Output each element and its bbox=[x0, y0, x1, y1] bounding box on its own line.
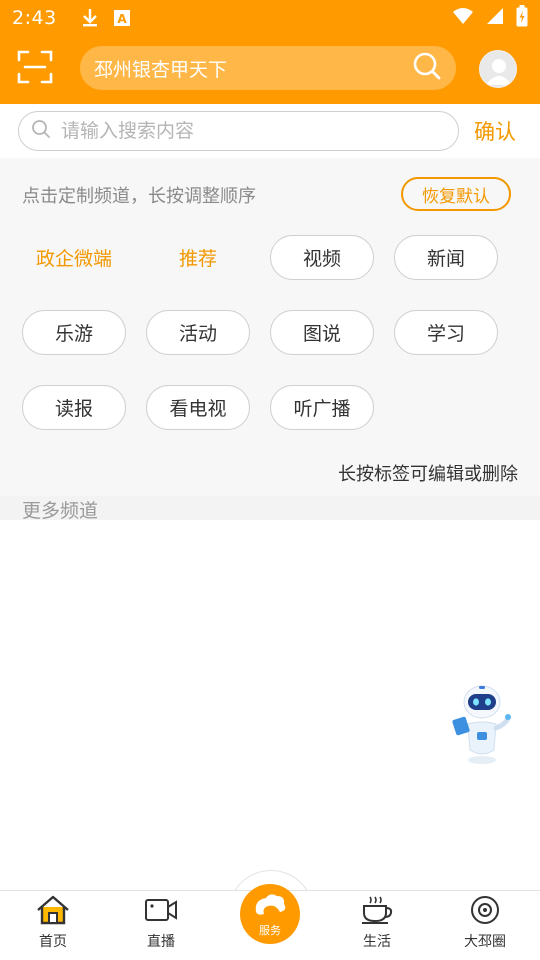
channel-tag-radio[interactable]: 听广播 bbox=[270, 385, 374, 430]
video-camera-icon bbox=[144, 895, 178, 929]
channel-hint: 点击定制频道，长按调整顺序 bbox=[22, 186, 256, 207]
svg-text:A: A bbox=[117, 12, 127, 26]
nav-life-label: 生活 bbox=[363, 934, 391, 950]
search-field[interactable] bbox=[18, 111, 459, 151]
nav-service-label: 服务 bbox=[259, 924, 281, 937]
nav-home-label: 首页 bbox=[39, 934, 67, 950]
confirm-button[interactable]: 确认 bbox=[474, 116, 516, 146]
channel-tag-tushuo[interactable]: 图说 bbox=[270, 310, 374, 355]
header-search-bar[interactable]: 邳州银杏甲天下 bbox=[80, 46, 456, 90]
search-icon bbox=[31, 119, 51, 143]
signal-icon bbox=[486, 7, 504, 29]
top-bar: 邳州银杏甲天下 bbox=[0, 36, 540, 104]
channel-tag-recommend[interactable]: 推荐 bbox=[146, 235, 250, 280]
home-icon bbox=[36, 895, 70, 929]
nav-home[interactable]: 首页 bbox=[3, 891, 103, 960]
nav-live-label: 直播 bbox=[147, 934, 175, 950]
channel-tag-newspaper[interactable]: 读报 bbox=[22, 385, 126, 430]
restore-default-button[interactable]: 恢复默认 bbox=[401, 177, 511, 211]
channel-tag-study[interactable]: 学习 bbox=[394, 310, 498, 355]
target-circle-icon bbox=[468, 895, 502, 929]
search-icon[interactable] bbox=[412, 51, 442, 85]
scan-icon[interactable] bbox=[16, 48, 54, 86]
nav-dapi-circle[interactable]: 大邳圈 bbox=[435, 891, 535, 960]
channel-panel: 点击定制频道，长按调整顺序 恢复默认 政企微端 推荐 视频 新闻 乐游 活动 图… bbox=[0, 158, 540, 496]
status-time: 2:43 bbox=[12, 7, 57, 29]
more-channels-section: 更多频道 bbox=[0, 496, 540, 522]
channel-tag-zhengqi[interactable]: 政企微端 bbox=[22, 235, 126, 280]
header-search-text: 邳州银杏甲天下 bbox=[94, 58, 228, 81]
battery-icon bbox=[516, 5, 528, 31]
more-channels-label: 更多频道 bbox=[22, 500, 99, 522]
service-logo-icon bbox=[250, 892, 290, 922]
edit-hint: 长按标签可编辑或删除 bbox=[338, 464, 518, 485]
nav-life[interactable]: 生活 bbox=[327, 891, 427, 960]
coffee-cup-icon bbox=[360, 895, 394, 929]
channel-tag-news[interactable]: 新闻 bbox=[394, 235, 498, 280]
nav-dapi-circle-label: 大邳圈 bbox=[464, 934, 506, 950]
nav-live[interactable]: 直播 bbox=[111, 891, 211, 960]
channel-tag-activity[interactable]: 活动 bbox=[146, 310, 250, 355]
wifi-icon bbox=[452, 7, 474, 29]
channel-tag-video[interactable]: 视频 bbox=[270, 235, 374, 280]
search-input[interactable] bbox=[61, 120, 446, 142]
status-bar: 2:43 A bbox=[0, 0, 540, 36]
download-icon bbox=[81, 8, 99, 28]
a-notification-icon: A bbox=[113, 9, 131, 27]
robot-assistant-icon[interactable] bbox=[452, 684, 514, 768]
channel-tag-leyou[interactable]: 乐游 bbox=[22, 310, 126, 355]
search-row: 确认 bbox=[0, 104, 540, 158]
nav-service-button[interactable]: 服务 bbox=[240, 884, 300, 944]
user-avatar-icon[interactable] bbox=[479, 50, 517, 88]
channel-tag-tv[interactable]: 看电视 bbox=[146, 385, 250, 430]
